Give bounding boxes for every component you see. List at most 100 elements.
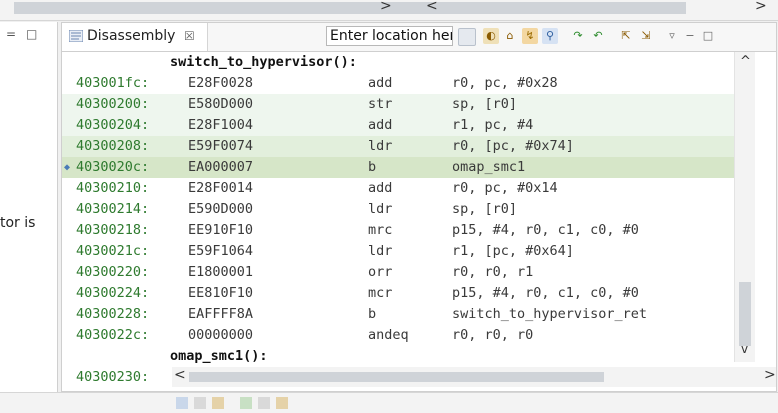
import-icon[interactable]: ⇲ [638, 28, 654, 44]
vertical-scrollbar-thumb[interactable] [739, 282, 751, 346]
opcode: EAFFFF8A [188, 306, 254, 322]
close-icon[interactable]: ☒ [184, 29, 195, 43]
search-icon[interactable]: ⚲ [542, 28, 558, 44]
address: 4030022c: [76, 327, 150, 343]
address: 40300228: [76, 306, 150, 322]
toolbar-icon[interactable] [212, 397, 224, 409]
opcode: E28F0028 [188, 75, 254, 91]
mnemonic: orr [368, 264, 393, 280]
mnemonic: b [368, 306, 377, 322]
mnemonic: ldr [368, 138, 393, 154]
instruction-row[interactable]: 40300200: E580D000 str sp, [r0] [62, 94, 734, 115]
instruction-row[interactable]: 40300224: EE810F10 mcr p15, #4, r0, c1, c0,… [62, 283, 734, 304]
db-icon[interactable]: ◐ [483, 28, 499, 44]
bottom-toolbar [0, 392, 778, 413]
top-scrollbar-thumb-right[interactable] [446, 2, 686, 14]
function-label: switch_to_hypervisor(): [170, 54, 357, 70]
operands: sp, [r0] [452, 96, 518, 112]
operands: p15, #4, r0, c1, c0, #0 [452, 285, 639, 301]
mnemonic: ldr [368, 243, 393, 259]
instruction-row[interactable]: 40300214: E590D000 ldr sp, [r0] [62, 199, 734, 220]
view-toolbar: Disassembly ☒ Enter location here ◐ ⌂ ↯ … [62, 23, 776, 52]
disassembly-view: Disassembly ☒ Enter location here ◐ ⌂ ↯ … [61, 22, 777, 392]
opcode: E28F1004 [188, 117, 254, 133]
opcode: E590D000 [188, 201, 254, 217]
operands: sp, [r0] [452, 201, 518, 217]
instruction-row[interactable]: 40300208: E59F0074 ldr r0, [pc, #0x74] [62, 136, 734, 157]
address: 40300218: [76, 222, 150, 238]
opcode: E59F1064 [188, 243, 254, 259]
operands: r0, r0, r0 [452, 327, 534, 343]
location-input[interactable]: Enter location here [326, 26, 453, 46]
step-back-icon[interactable]: ↶ [590, 28, 606, 44]
mnemonic: mrc [368, 222, 393, 238]
toolbar-icon[interactable] [240, 397, 252, 409]
function-label-row[interactable]: omap_smc1(): [62, 346, 734, 367]
mnemonic: b [368, 159, 377, 175]
instruction-row[interactable]: 4030022c: 00000000 andeq r0, r0, r0 [62, 325, 734, 346]
minimize-icon[interactable]: = [6, 27, 16, 41]
instruction-row[interactable]: 40300210: E28F0014 add r0, pc, #0x14 [62, 178, 734, 199]
address: 40300214: [76, 201, 150, 217]
address: 40300208: [76, 138, 150, 154]
tab-disassembly[interactable]: Disassembly ☒ [62, 23, 208, 51]
address: 40300200: [76, 96, 150, 112]
view-menu-icon[interactable]: ▿ [664, 28, 680, 44]
current-instruction-row[interactable]: ◆ 4030020c: EA000007 b omap_smc1 [62, 157, 734, 178]
operands: p15, #4, r0, c1, c0, #0 [452, 222, 639, 238]
instruction-row[interactable]: 40300204: E28F1004 add r1, pc, #4 [62, 115, 734, 136]
instruction-row[interactable]: 403001fc: E28F0028 add r0, pc, #0x28 [62, 73, 734, 94]
maximize-icon[interactable]: □ [26, 27, 37, 41]
opcode: E59F0074 [188, 138, 254, 154]
opcode: E580D000 [188, 96, 254, 112]
scroll-right-arrow-2[interactable]: > [755, 0, 767, 14]
toolbar-icon[interactable] [276, 397, 288, 409]
operands: r0, pc, #0x14 [452, 180, 558, 196]
left-panel-text: tor is [0, 215, 36, 231]
operands: r1, pc, #4 [452, 117, 534, 133]
step-over-icon[interactable]: ↷ [570, 28, 586, 44]
export-icon[interactable]: ⇱ [618, 28, 634, 44]
disassembly-icon [69, 30, 83, 42]
scroll-left-arrow[interactable]: < [426, 0, 438, 14]
top-scrollbar-thumb[interactable] [14, 2, 476, 14]
mnemonic: add [368, 117, 393, 133]
function-label-row[interactable]: switch_to_hypervisor(): [62, 52, 734, 73]
scroll-right-arrow[interactable]: > [380, 0, 392, 14]
instruction-row[interactable]: 4030021c: E59F1064 ldr r1, [pc, #0x64] [62, 241, 734, 262]
sync-icon[interactable]: ↯ [522, 28, 538, 44]
toolbar-icon[interactable] [176, 397, 188, 409]
toolbar-icon[interactable] [194, 397, 206, 409]
instruction-pointer-icon: ◆ [64, 162, 71, 173]
left-panel: = □ [0, 22, 58, 392]
home-icon[interactable]: ⌂ [502, 28, 518, 44]
operands: switch_to_hypervisor_ret [452, 306, 648, 322]
operands: r0, r0, r1 [452, 264, 534, 280]
operands: r0, pc, #0x28 [452, 75, 558, 91]
scroll-right-arrow[interactable]: > [764, 367, 776, 383]
instruction-row[interactable]: 40300228: EAFFFF8A b switch_to_hypervisor_r… [62, 304, 734, 325]
opcode: EE910F10 [188, 222, 254, 238]
maximize-icon[interactable]: □ [700, 28, 716, 44]
address: 4030020c: [76, 159, 150, 175]
doc-icon[interactable] [458, 28, 476, 46]
address: 403001fc: [76, 75, 150, 91]
scroll-up-arrow[interactable]: ^ [740, 54, 751, 69]
code-area[interactable]: switch_to_hypervisor(): 403001fc: E28F0028… [62, 52, 734, 385]
mnemonic: str [368, 96, 393, 112]
opcode: E28F0014 [188, 180, 254, 196]
operands: r0, [pc, #0x74] [452, 138, 574, 154]
scroll-left-arrow[interactable]: < [174, 367, 186, 383]
toolbar-icon[interactable] [258, 397, 270, 409]
address: 40300230: [76, 369, 150, 385]
address: 40300224: [76, 285, 150, 301]
mnemonic: add [368, 75, 393, 91]
horizontal-scrollbar-thumb[interactable] [189, 372, 604, 382]
mnemonic: mcr [368, 285, 393, 301]
operands: omap_smc1 [452, 159, 526, 175]
instruction-row[interactable]: 40300220: E1800001 orr r0, r0, r1 [62, 262, 734, 283]
instruction-row[interactable]: 40300218: EE910F10 mrc p15, #4, r0, c1, c0,… [62, 220, 734, 241]
opcode: EE810F10 [188, 285, 254, 301]
mnemonic: add [368, 180, 393, 196]
minimize-icon[interactable]: − [682, 28, 698, 44]
